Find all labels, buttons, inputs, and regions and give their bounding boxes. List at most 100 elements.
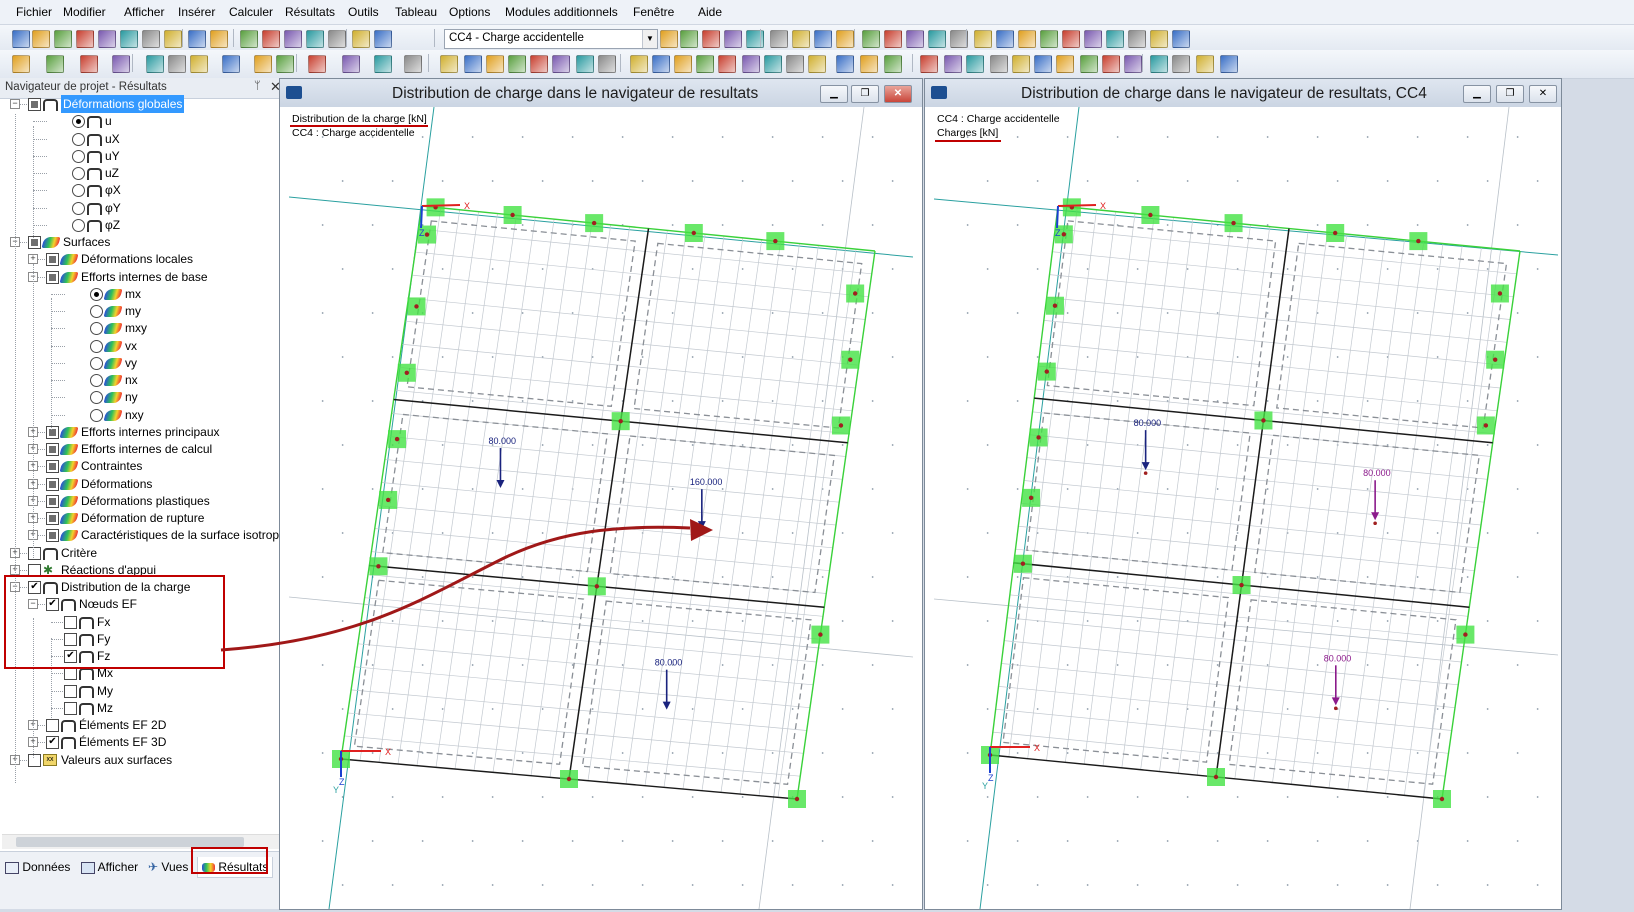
toolbar-tool-icon[interactable] — [974, 30, 992, 48]
toolbar-tool-icon[interactable] — [906, 30, 924, 48]
maximize-button[interactable]: ❐ — [851, 85, 879, 103]
toolbar-tool-icon[interactable] — [674, 55, 692, 73]
toolbar-tool-icon[interactable] — [724, 30, 742, 48]
toolbar-tool-icon[interactable] — [1150, 30, 1168, 48]
toolbar-tool-icon[interactable] — [306, 30, 324, 48]
toolbar-tool-icon[interactable] — [190, 55, 208, 73]
menu-tableau[interactable]: Tableau — [395, 5, 437, 19]
tree-item-phiz[interactable]: φZ — [0, 216, 284, 234]
toolbar-tool-icon[interactable] — [404, 55, 422, 73]
toolbar-tool-icon[interactable] — [680, 30, 698, 48]
toolbar-tool-icon[interactable] — [928, 30, 946, 48]
tree-item-surfaces[interactable]: − Surfaces — [0, 233, 284, 251]
toolbar-tool-icon[interactable] — [1034, 55, 1052, 73]
menu-aide[interactable]: Aide — [698, 5, 722, 19]
toolbar-tool-icon[interactable] — [598, 55, 616, 73]
radio-button[interactable] — [90, 357, 103, 370]
checkbox[interactable] — [46, 719, 59, 732]
collapse-icon[interactable]: − — [10, 99, 20, 109]
toolbar-tool-icon[interactable] — [920, 55, 938, 73]
toolbar-tool-icon[interactable] — [464, 55, 482, 73]
tree-item-def-plastiques[interactable]: + Déformations plastiques — [0, 492, 284, 510]
toolbar-tool-icon[interactable] — [168, 55, 186, 73]
toolbar-tool-icon[interactable] — [944, 55, 962, 73]
radio-button[interactable] — [72, 219, 85, 232]
tree-item-def-rupture[interactable]: + Déformation de rupture — [0, 509, 284, 527]
checkbox[interactable] — [46, 529, 59, 542]
checkbox[interactable] — [46, 253, 59, 266]
toolbar-tool-icon[interactable] — [352, 30, 370, 48]
tree-item-ux[interactable]: uX — [0, 130, 284, 148]
chevron-down-icon[interactable]: ▼ — [642, 30, 657, 48]
menu-outils[interactable]: Outils — [348, 5, 379, 19]
toolbar-tool-icon[interactable] — [1040, 30, 1058, 48]
toolbar-tool-icon[interactable] — [966, 55, 984, 73]
tree-item-mx[interactable]: mx — [0, 285, 284, 303]
toolbar-tool-icon[interactable] — [98, 30, 116, 48]
toolbar-tool-icon[interactable] — [836, 55, 854, 73]
toolbar-tool-icon[interactable] — [552, 55, 570, 73]
toolbar-tool-icon[interactable] — [276, 55, 294, 73]
toolbar-tool-icon[interactable] — [1124, 55, 1142, 73]
tree-item-elements-3d[interactable]: + ✔ Éléments EF 3D — [0, 733, 284, 751]
toolbar-tool-icon[interactable] — [1172, 30, 1190, 48]
toolbar-tool-icon[interactable] — [1106, 30, 1124, 48]
toolbar-tool-icon[interactable] — [990, 55, 1008, 73]
scrollbar-thumb[interactable] — [16, 837, 244, 847]
tree-item-elements-2d[interactable]: + Éléments EF 2D — [0, 716, 284, 734]
toolbar-tool-icon[interactable] — [32, 30, 50, 48]
tree-item-mxy[interactable]: mxy — [0, 319, 284, 337]
menu-options[interactable]: Options — [449, 5, 490, 19]
toolbar-tool-icon[interactable] — [630, 55, 648, 73]
toolbar-tool-icon[interactable] — [120, 30, 138, 48]
tree-item-u[interactable]: u — [0, 112, 284, 130]
tab-afficher[interactable]: Afficher — [81, 857, 138, 877]
toolbar-tool-icon[interactable] — [188, 30, 206, 48]
tree-item-efforts-principaux[interactable]: + Efforts internes principaux — [0, 423, 284, 441]
toolbar-tool-icon[interactable] — [1056, 55, 1074, 73]
radio-button[interactable] — [72, 115, 85, 128]
tree-item-valeurs-surfaces[interactable]: + xx Valeurs aux surfaces — [0, 751, 284, 769]
toolbar-tool-icon[interactable] — [328, 30, 346, 48]
radio-button[interactable] — [90, 409, 103, 422]
toolbar-tool-icon[interactable] — [660, 30, 678, 48]
tree-item-efforts-calcul[interactable]: + Efforts internes de calcul — [0, 440, 284, 458]
toolbar-tool-icon[interactable] — [1220, 55, 1238, 73]
graphics-canvas-left[interactable]: X Z X Z Y 80.000 160.000 80.000 — [288, 106, 914, 912]
radio-button[interactable] — [72, 150, 85, 163]
menu-inserer[interactable]: Insérer — [178, 5, 215, 19]
toolbar-tool-icon[interactable] — [814, 30, 832, 48]
toolbar-tool-icon[interactable] — [46, 55, 64, 73]
toolbar-tool-icon[interactable] — [1102, 55, 1120, 73]
toolbar-tool-icon[interactable] — [576, 55, 594, 73]
tree-item-nx[interactable]: nx — [0, 371, 284, 389]
toolbar-tool-icon[interactable] — [12, 55, 30, 73]
structure-view-left[interactable]: XZXZY80.000160.00080.000 — [288, 106, 914, 910]
toolbar-tool-icon[interactable] — [530, 55, 548, 73]
radio-button[interactable] — [72, 167, 85, 180]
close-button[interactable]: ✕ — [884, 85, 912, 103]
radio-button[interactable] — [90, 391, 103, 404]
toolbar-tool-icon[interactable] — [112, 55, 130, 73]
tree-item-deformations-globales[interactable]: − Déformations globales — [0, 95, 284, 113]
toolbar-tool-icon[interactable] — [702, 30, 720, 48]
toolbar-tool-icon[interactable] — [1062, 30, 1080, 48]
tree-item-def-locales[interactable]: + Déformations locales — [0, 250, 284, 268]
minimize-button[interactable]: ▁ — [820, 85, 848, 103]
toolbar-tool-icon[interactable] — [284, 30, 302, 48]
tree-item-phix[interactable]: φX — [0, 181, 284, 199]
radio-button[interactable] — [72, 133, 85, 146]
toolbar-tool-icon[interactable] — [1080, 55, 1098, 73]
menu-calculer[interactable]: Calculer — [229, 5, 273, 19]
toolbar-tool-icon[interactable] — [254, 55, 272, 73]
checkbox[interactable] — [28, 98, 41, 111]
toolbar-tool-icon[interactable] — [1128, 30, 1146, 48]
graphics-canvas-right[interactable]: X Z X Z Y 80.000 80.000 80.000 — [933, 106, 1560, 912]
toolbar-tool-icon[interactable] — [884, 30, 902, 48]
loadcase-select[interactable]: CC4 - Charge accidentelle ▼ — [444, 29, 658, 49]
toolbar-tool-icon[interactable] — [240, 30, 258, 48]
tree-item-ny[interactable]: ny — [0, 388, 284, 406]
tree-item-my[interactable]: my — [0, 302, 284, 320]
pin-icon[interactable]: ᛘ — [254, 80, 261, 92]
checkbox[interactable] — [46, 495, 59, 508]
